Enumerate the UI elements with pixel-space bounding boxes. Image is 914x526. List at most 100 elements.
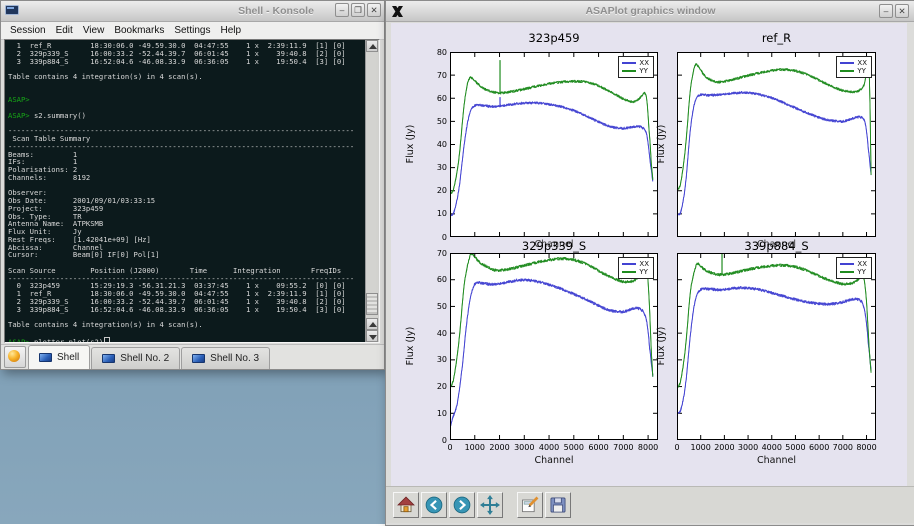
y-tick-label: 20 bbox=[429, 186, 447, 195]
terminal-line: 3 339p884_S 16:52:04.6 -46.08.33.9 06:36… bbox=[8, 58, 365, 66]
menu-item-view[interactable]: View bbox=[78, 24, 110, 37]
tab-label: Shell bbox=[57, 352, 79, 363]
y-tick-label: 70 bbox=[429, 71, 447, 80]
legend-line-icon bbox=[840, 263, 854, 265]
konsole-titlebar[interactable]: Shell - Konsole – ❐ ✕ bbox=[1, 1, 384, 22]
y-tick-label: 30 bbox=[429, 163, 447, 172]
menu-item-bookmarks[interactable]: Bookmarks bbox=[109, 24, 169, 37]
plot-toolbar bbox=[386, 486, 914, 523]
scroll-up2-icon[interactable] bbox=[366, 318, 378, 330]
asaplot-titlebar[interactable]: ASAPlot graphics window – ✕ bbox=[386, 1, 914, 22]
close-icon[interactable]: ✕ bbox=[895, 4, 909, 18]
y-tick-label: 50 bbox=[429, 302, 447, 311]
legend: XXYY bbox=[618, 56, 654, 78]
y-tick-label: 40 bbox=[429, 329, 447, 338]
terminal-frame: 1 ref_R 18:30:06.0 -49.59.30.0 04:47:55 … bbox=[4, 39, 380, 343]
legend-label: YY bbox=[857, 67, 866, 75]
y-tick-label: 60 bbox=[429, 94, 447, 103]
tab-label: Shell No. 3 bbox=[210, 353, 259, 364]
legend-line-icon bbox=[840, 70, 854, 72]
terminal-tab-icon bbox=[192, 354, 205, 363]
plot-323p459: 323p459 Flux (Jy) Channel 01020304050607… bbox=[450, 52, 658, 237]
terminal-tab-icon bbox=[102, 354, 115, 363]
home-button[interactable] bbox=[393, 492, 419, 518]
terminal-scrollbar[interactable] bbox=[365, 40, 379, 342]
legend-line-icon bbox=[622, 62, 636, 64]
desktop-background: Shell - Konsole – ❐ ✕ SessionEditViewBoo… bbox=[0, 0, 914, 524]
plot-title: 339p884_S bbox=[657, 239, 896, 253]
new-session-icon bbox=[8, 350, 20, 362]
y-tick-label: 40 bbox=[429, 140, 447, 149]
asaplot-window-title: ASAPlot graphics window bbox=[386, 5, 914, 17]
legend-line-icon bbox=[622, 263, 636, 265]
maximize-icon[interactable]: ❐ bbox=[351, 3, 365, 17]
legend-label: YY bbox=[639, 67, 648, 75]
minimize-icon[interactable]: – bbox=[335, 3, 349, 17]
tab-shell-no-3[interactable]: Shell No. 3 bbox=[181, 347, 270, 369]
menu-item-help[interactable]: Help bbox=[215, 24, 246, 37]
save-button[interactable] bbox=[545, 492, 571, 518]
y-tick-label: 10 bbox=[429, 209, 447, 218]
terminal-line: Table contains 4 integration(s) in 4 sca… bbox=[8, 73, 365, 81]
legend: XXYY bbox=[836, 56, 872, 78]
legend-label: XX bbox=[857, 59, 867, 67]
figure-canvas[interactable]: 323p459 Flux (Jy) Channel 01020304050607… bbox=[391, 23, 907, 486]
terminal-line: ASAP> s2.summary() bbox=[8, 112, 365, 120]
axes-ref-r bbox=[677, 52, 876, 237]
back-button[interactable] bbox=[421, 492, 447, 518]
terminal-line: ASAP> bbox=[8, 96, 365, 104]
legend-label: XX bbox=[639, 59, 649, 67]
legend-line-icon bbox=[622, 271, 636, 273]
legend-entry-yy: YY bbox=[622, 67, 649, 75]
plot-title: 329p339_S bbox=[430, 239, 678, 253]
scrollbar-thumb[interactable] bbox=[366, 293, 378, 315]
close-icon[interactable]: ✕ bbox=[367, 3, 381, 17]
konsole-app-icon bbox=[5, 5, 19, 17]
legend-label: YY bbox=[639, 268, 648, 276]
new-session-button[interactable] bbox=[4, 346, 26, 368]
legend-entry-xx: XX bbox=[622, 59, 649, 67]
terminal-line bbox=[8, 89, 365, 97]
plot-title: ref_R bbox=[657, 31, 896, 45]
menu-item-edit[interactable]: Edit bbox=[51, 24, 78, 37]
konsole-window: Shell - Konsole – ❐ ✕ SessionEditViewBoo… bbox=[0, 0, 385, 370]
configure-subplots-button[interactable] bbox=[517, 492, 543, 518]
menu-item-session[interactable]: Session bbox=[5, 24, 51, 37]
legend-line-icon bbox=[840, 62, 854, 64]
terminal-line: Channels: 8192 bbox=[8, 174, 365, 182]
tab-shell-no-2[interactable]: Shell No. 2 bbox=[91, 347, 180, 369]
plot-ref-r: ref_R Flux (Jy) Channel XXYY bbox=[677, 52, 876, 237]
konsole-tabbar: Shell Shell No. 2 Shell No. 3 bbox=[1, 344, 384, 369]
legend-entry-xx: XX bbox=[622, 260, 649, 268]
plot-339p884-s: 339p884_S Flux (Jy) Channel 010002000300… bbox=[677, 253, 876, 440]
terminal-line bbox=[8, 329, 365, 337]
terminal-line: 3 339p884_S 16:52:04.6 -46.08.33.9 06:36… bbox=[8, 306, 365, 314]
tab-shell[interactable]: Shell bbox=[28, 345, 90, 369]
save-icon bbox=[548, 495, 568, 515]
forward-icon bbox=[452, 495, 472, 515]
legend: XXYY bbox=[618, 257, 654, 279]
pan-icon bbox=[480, 495, 500, 515]
forward-button[interactable] bbox=[449, 492, 475, 518]
scroll-down-icon[interactable] bbox=[366, 330, 378, 342]
plot-title: 323p459 bbox=[430, 31, 678, 45]
terminal-line bbox=[8, 81, 365, 89]
pan-button[interactable] bbox=[477, 492, 503, 518]
configure-subplots-icon bbox=[520, 495, 540, 515]
scroll-up-icon[interactable] bbox=[366, 40, 378, 52]
home-icon bbox=[396, 495, 416, 515]
axes-339p884-s bbox=[677, 253, 876, 440]
minimize-icon[interactable]: – bbox=[879, 4, 893, 18]
legend-entry-yy: YY bbox=[840, 67, 867, 75]
legend-entry-yy: YY bbox=[840, 268, 867, 276]
terminal-line: Table contains 4 integration(s) in 4 sca… bbox=[8, 321, 365, 329]
terminal-tab-icon bbox=[39, 353, 52, 362]
plot-329p339-s: 329p339_S Flux (Jy) Channel 010203040506… bbox=[450, 253, 658, 440]
x11-icon bbox=[391, 5, 404, 18]
terminal-line: ASAP> plotter.plot(s2) bbox=[8, 337, 365, 343]
tab-label: Shell No. 2 bbox=[120, 353, 169, 364]
legend-label: YY bbox=[857, 268, 866, 276]
terminal-output[interactable]: 1 ref_R 18:30:06.0 -49.59.30.0 04:47:55 … bbox=[8, 42, 365, 342]
legend-line-icon bbox=[840, 271, 854, 273]
menu-item-settings[interactable]: Settings bbox=[169, 24, 215, 37]
